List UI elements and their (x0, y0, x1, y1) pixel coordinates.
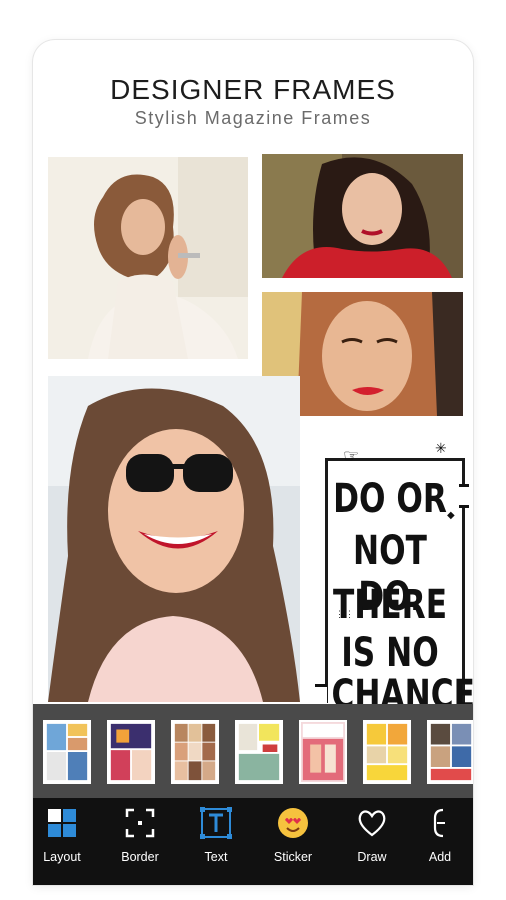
toolbar-border-label: Border (121, 850, 159, 864)
toolbar-border-button[interactable]: Border (105, 806, 175, 864)
layout-thumbnail[interactable] (299, 720, 347, 784)
photo-woman-sunglasses[interactable] (48, 376, 300, 702)
toolbar-sticker-label: Sticker (273, 850, 313, 864)
text-icon (200, 807, 232, 839)
toolbar-layout-label: Layout (43, 850, 81, 864)
heart-icon (358, 810, 386, 837)
page-subtitle: Stylish Magazine Frames (134, 108, 372, 128)
quote-line-1: DO OR (333, 476, 447, 522)
photo-woman-red-top[interactable] (262, 154, 463, 278)
pointing-hand-icon: ☞ (343, 446, 360, 466)
layout-thumbnail[interactable] (427, 720, 473, 784)
toolbar-draw-label: Draw (357, 850, 387, 864)
layout-icon (48, 809, 76, 837)
layout-thumbnail-strip[interactable] (33, 704, 473, 798)
quote-line-3: THERE (332, 582, 448, 628)
frame-clip-right (459, 484, 469, 508)
bottom-toolbar: Layout Border Text Sticker Draw Add (33, 798, 473, 885)
sticker-icon (278, 808, 308, 838)
collage-preview: ☞ ✳ ◆ ⋮⋮⋮ DO OR NOT DO. THERE IS NO CHAN… (45, 154, 473, 718)
page-title: DESIGNER FRAMES (110, 74, 396, 105)
toolbar-text-button[interactable]: Text (181, 806, 251, 864)
border-icon (125, 808, 155, 838)
layout-thumbnail[interactable] (171, 720, 219, 784)
layout-thumbnail[interactable] (363, 720, 411, 784)
toolbar-layout-button[interactable]: Layout (33, 806, 97, 864)
quote-line-4: IS NO (341, 630, 439, 676)
sparkle-icon: ✳ (435, 440, 447, 456)
add-icon (433, 808, 445, 838)
layout-thumbnail[interactable] (107, 720, 155, 784)
header: DESIGNER FRAMES Stylish Magazine Frames (33, 40, 473, 152)
toolbar-draw-button[interactable]: Draw (337, 806, 407, 864)
phone-screen: DESIGNER FRAMES Stylish Magazine Frames (33, 40, 473, 885)
toolbar-add-button[interactable]: Add (405, 806, 473, 864)
photo-woman-white-dress[interactable] (48, 157, 248, 359)
toolbar-sticker-button[interactable]: Sticker (258, 806, 328, 864)
layout-thumbnail[interactable] (43, 720, 91, 784)
layout-thumbnail[interactable] (235, 720, 283, 784)
toolbar-add-label: Add (428, 850, 452, 864)
quote-card[interactable]: ☞ ✳ ◆ ⋮⋮⋮ DO OR NOT DO. THERE IS NO CHAN… (315, 440, 473, 718)
toolbar-text-label: Text (204, 850, 228, 864)
